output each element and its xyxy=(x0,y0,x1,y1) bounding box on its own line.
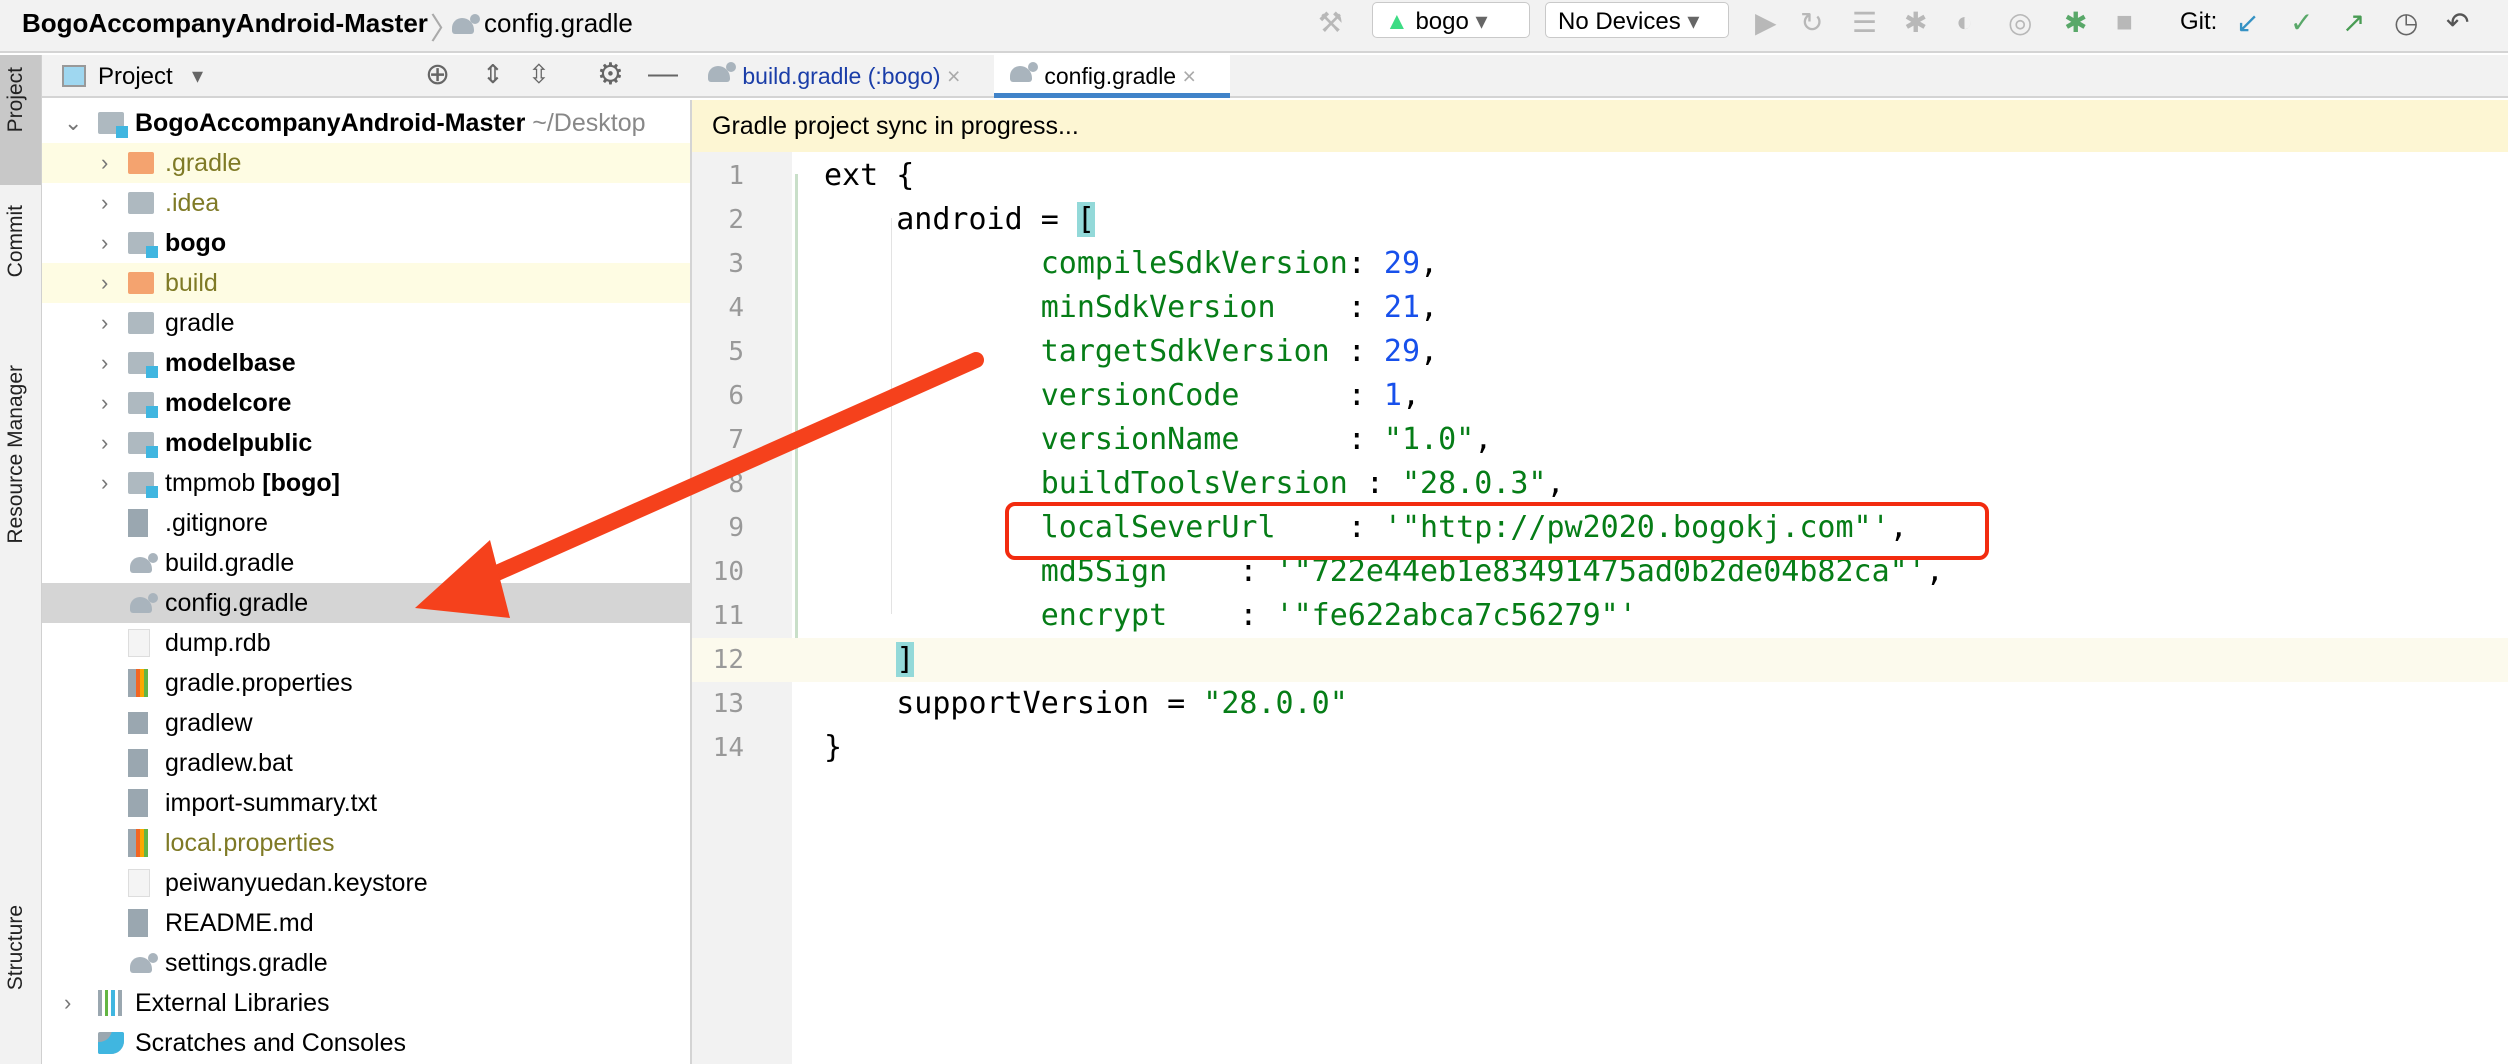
annotation-arrow xyxy=(415,352,984,618)
arrow-shaft xyxy=(462,352,984,593)
arrow-head xyxy=(415,540,510,618)
